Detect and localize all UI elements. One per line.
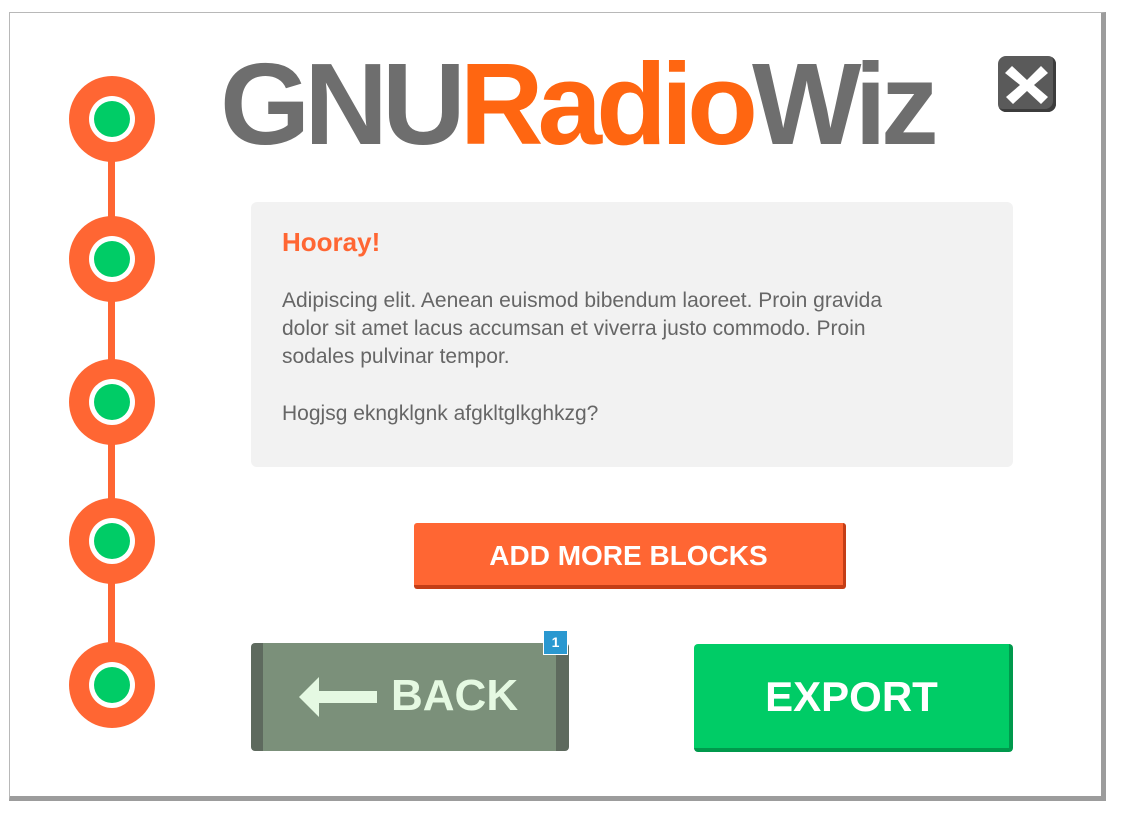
- close-button[interactable]: [998, 56, 1056, 112]
- step-1-indicator[interactable]: [69, 76, 155, 162]
- export-button[interactable]: EXPORT: [694, 644, 1013, 752]
- close-icon: [1005, 66, 1048, 104]
- step-2-indicator[interactable]: [69, 216, 155, 302]
- message-title: Hooray!: [282, 227, 381, 257]
- message-panel: Hooray! Adipiscing elit. Aenean euismod …: [251, 202, 1013, 467]
- app-logo: GNURadioWiz: [220, 46, 939, 162]
- back-badge: 1: [543, 630, 568, 655]
- step-dot-icon: [94, 667, 130, 703]
- step-4-indicator[interactable]: [69, 498, 155, 584]
- step-5-indicator[interactable]: [69, 642, 155, 728]
- logo-radio: Radio: [459, 39, 758, 169]
- step-dot-icon: [94, 241, 130, 277]
- step-dot-icon: [94, 523, 130, 559]
- back-button-label: BACK: [391, 671, 519, 720]
- add-more-blocks-button[interactable]: ADD MORE BLOCKS: [414, 523, 846, 589]
- step-dot-icon: [94, 384, 130, 420]
- step-3-indicator[interactable]: [69, 359, 155, 445]
- back-button[interactable]: BACK: [251, 643, 569, 751]
- step-dot-icon: [94, 101, 130, 137]
- logo-gnu: GNU: [220, 39, 466, 169]
- arrow-left-icon: [299, 677, 377, 717]
- message-question: Hogjsg ekngklgnk afgkltglkghkzg?: [282, 402, 599, 425]
- logo-wiz: Wiz: [752, 39, 939, 169]
- message-body: Adipiscing elit. Aenean euismod bibendum…: [282, 289, 883, 368]
